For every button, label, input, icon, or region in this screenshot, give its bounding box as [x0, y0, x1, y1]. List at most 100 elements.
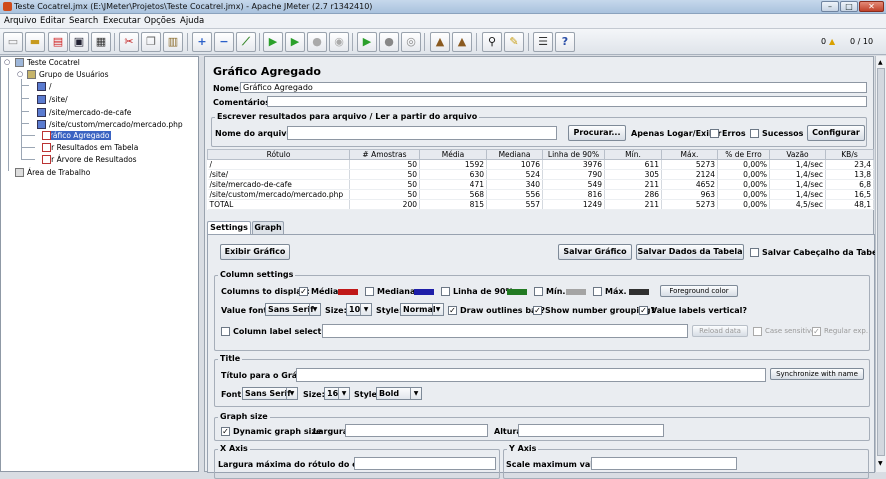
close-icon[interactable]: ✕: [859, 1, 884, 12]
media-checkbox[interactable]: ✓: [299, 287, 308, 296]
filename-input[interactable]: [287, 126, 557, 140]
mediana-checkbox[interactable]: [365, 287, 374, 296]
mediana-color-swatch[interactable]: [414, 289, 434, 295]
column-label-selection-input[interactable]: [322, 324, 688, 338]
table-row[interactable]: /site/custom/mercado/mercado.php 50 568 556…: [207, 189, 874, 200]
function-helper-icon[interactable]: ☰: [533, 32, 553, 52]
menu-search[interactable]: Search: [69, 16, 98, 26]
maximize-icon[interactable]: □: [840, 1, 858, 12]
save-header-checkbox[interactable]: [750, 248, 759, 257]
stop-icon[interactable]: ●: [307, 32, 327, 52]
table-row[interactable]: /site/mercado-de-cafe 50 471 340 549 211 4652 0…: [207, 179, 874, 190]
min-checkbox[interactable]: [534, 287, 543, 296]
column-header[interactable]: Vazão: [769, 149, 826, 160]
clear-all-icon[interactable]: ▲: [452, 32, 472, 52]
scroll-up-icon[interactable]: ▲: [878, 59, 883, 66]
expand-all-icon[interactable]: +: [192, 32, 212, 52]
help-icon[interactable]: ?: [555, 32, 575, 52]
tree-node-workbench[interactable]: Área de Trabalho: [15, 168, 90, 179]
dynamic-size-checkbox[interactable]: ✓: [221, 427, 230, 436]
y-scale-input[interactable]: [591, 457, 737, 470]
menu-arquivo[interactable]: Arquivo: [4, 16, 37, 26]
save-table-data-button[interactable]: Salvar Dados da Tabela: [636, 244, 744, 260]
menu-ajuda[interactable]: Ajuda: [180, 16, 204, 26]
new-icon[interactable]: ▭: [3, 32, 23, 52]
column-header[interactable]: Média: [419, 149, 487, 160]
column-header[interactable]: # Amostras: [349, 149, 420, 160]
x-max-input[interactable]: [354, 457, 496, 470]
column-header[interactable]: Máx.: [661, 149, 718, 160]
scroll-down-icon[interactable]: ▼: [878, 460, 883, 467]
warning-icon[interactable]: ▲: [829, 37, 835, 46]
save-as-icon[interactable]: ▦: [91, 32, 111, 52]
regular-exp-checkbox[interactable]: ✓: [812, 327, 821, 336]
column-header[interactable]: % de Erro: [717, 149, 770, 160]
tree-node-test-plan[interactable]: Teste Cocatrel: [15, 58, 80, 69]
save-icon[interactable]: ▣: [69, 32, 89, 52]
toggle-icon[interactable]: ⟋: [236, 32, 256, 52]
reload-data-button[interactable]: Reload data: [692, 325, 748, 337]
start-icon[interactable]: ▶: [263, 32, 283, 52]
save-graph-button[interactable]: Salvar Gráfico: [558, 244, 632, 260]
labels-vertical-checkbox[interactable]: ✓: [639, 306, 648, 315]
case-sensitive-checkbox[interactable]: [753, 327, 762, 336]
column-header[interactable]: Rótulo: [207, 149, 350, 160]
column-header[interactable]: Mediana: [486, 149, 543, 160]
tab-graph[interactable]: Graph: [252, 221, 284, 234]
collapse-toggle-icon[interactable]: ○: [17, 70, 23, 78]
tree-node-sampler[interactable]: /: [37, 82, 52, 93]
successes-checkbox[interactable]: [750, 129, 759, 138]
tree-node-table-results[interactable]: Ver Resultados em Tabela: [42, 143, 138, 154]
configure-button[interactable]: Configurar: [807, 125, 865, 141]
remote-start-icon[interactable]: ▶: [357, 32, 377, 52]
reset-search-icon[interactable]: ✎: [504, 32, 524, 52]
shutdown-icon[interactable]: ◉: [329, 32, 349, 52]
foreground-color-button[interactable]: Foreground color: [660, 285, 738, 297]
tree-node-sampler[interactable]: /site/mercado-de-cafe: [37, 108, 131, 119]
remote-stop-icon[interactable]: ●: [379, 32, 399, 52]
table-row[interactable]: /50 1592 1076 3976 611 5273 0,00% 1,4/sec 23,4: [207, 159, 874, 170]
value-style-select[interactable]: Normal ▼: [400, 303, 444, 316]
paste-icon[interactable]: ▥: [163, 32, 183, 52]
tree-node-results-tree[interactable]: Ver Árvore de Resultados: [42, 155, 137, 166]
comments-field[interactable]: [267, 96, 867, 107]
search-icon[interactable]: ⚲: [482, 32, 502, 52]
value-font-select[interactable]: Sans Serif ▼: [265, 303, 321, 316]
remote-shutdown-icon[interactable]: ◎: [401, 32, 421, 52]
menu-editar[interactable]: Editar: [40, 16, 65, 26]
height-input[interactable]: [518, 424, 664, 437]
templates-icon[interactable]: ▬: [25, 32, 45, 52]
tree-node-sampler[interactable]: /site/: [37, 95, 68, 106]
media-color-swatch[interactable]: [338, 289, 358, 295]
menu-opcoes[interactable]: Opções: [144, 16, 176, 26]
menu-executar[interactable]: Executar: [103, 16, 140, 26]
errors-checkbox[interactable]: [710, 129, 719, 138]
title-size-select[interactable]: 16 ▼: [324, 387, 350, 400]
column-label-selection-checkbox[interactable]: [221, 327, 230, 336]
tree-node-sampler[interactable]: /site/custom/mercado/mercado.php: [37, 120, 183, 131]
width-input[interactable]: [345, 424, 488, 437]
synchronize-button[interactable]: Synchronize with name: [770, 368, 864, 380]
table-row[interactable]: /site/50 630 524 790 305 2124 0,00% 1,4/sec 13,8: [207, 169, 874, 180]
column-header[interactable]: KB/s: [825, 149, 874, 160]
start-no-timers-icon[interactable]: ▶: [285, 32, 305, 52]
title-style-select[interactable]: Bold ▼: [376, 387, 422, 400]
minimize-icon[interactable]: –: [821, 1, 839, 12]
cut-icon[interactable]: ✂: [119, 32, 139, 52]
title-font-select[interactable]: Sans Serif ▼: [242, 387, 298, 400]
scroll-thumb[interactable]: [877, 68, 885, 456]
browse-button[interactable]: Procurar...: [568, 125, 626, 141]
display-graph-button[interactable]: Exibir Gráfico: [220, 244, 290, 260]
max-color-swatch[interactable]: [629, 289, 649, 295]
value-size-select[interactable]: 10 ▼: [346, 303, 372, 316]
tab-settings[interactable]: Settings: [207, 221, 251, 234]
open-icon[interactable]: ▤: [48, 32, 68, 52]
table-row[interactable]: TOTAL 200 815 557 1249 211 5273 0,00% 4,5/sec 48,…: [207, 199, 874, 210]
linha90-checkbox[interactable]: [441, 287, 450, 296]
tree-node-thread-group[interactable]: Grupo de Usuários: [27, 70, 109, 81]
draw-outlines-checkbox[interactable]: ✓: [448, 306, 457, 315]
column-header[interactable]: Linha de 90%: [542, 149, 605, 160]
tree-node-aggregate-graph[interactable]: Gráfico Agregado: [42, 131, 112, 142]
clear-icon[interactable]: ▲: [430, 32, 450, 52]
name-field[interactable]: Gráfico Agregado: [240, 82, 867, 93]
